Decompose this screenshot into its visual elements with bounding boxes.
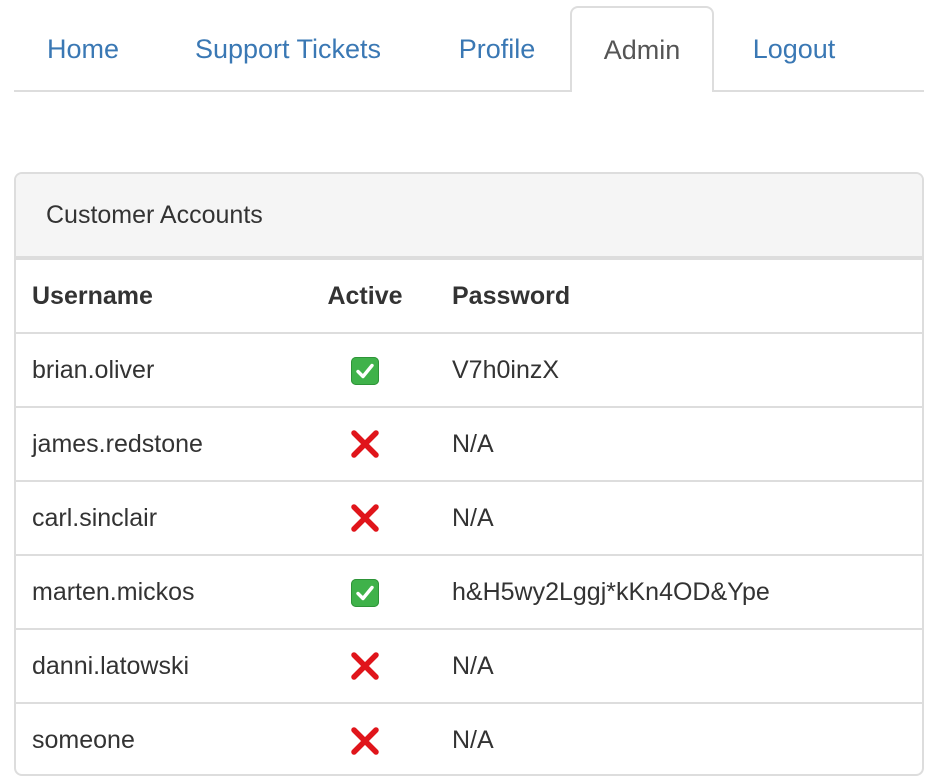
- active-cell: [306, 554, 424, 629]
- table-row: carl.sinclair N/A: [16, 480, 922, 555]
- table-row: someone N/A: [16, 702, 922, 774]
- tab-home[interactable]: Home: [14, 6, 152, 90]
- active-cell: [306, 480, 424, 555]
- column-header-username: Username: [16, 258, 306, 333]
- panel-title: Customer Accounts: [16, 174, 922, 258]
- username-cell: someone: [16, 702, 306, 774]
- cross-mark-icon: [351, 652, 379, 680]
- password-cell: h&H5wy2Lggj*kKn4OD&Ype: [424, 554, 922, 629]
- table-header-row: Username Active Password: [16, 258, 922, 333]
- password-cell: V7h0inzX: [424, 332, 922, 407]
- table-row: james.redstone N/A: [16, 406, 922, 481]
- password-cell: N/A: [424, 480, 922, 555]
- tab-logout[interactable]: Logout: [714, 6, 874, 90]
- active-cell: [306, 332, 424, 407]
- tab-profile[interactable]: Profile: [424, 6, 570, 90]
- table-row: marten.mickos h&H5wy2Lggj*kKn4OD&Ype: [16, 554, 922, 629]
- cross-mark-icon: [351, 726, 379, 755]
- username-cell: james.redstone: [16, 406, 306, 481]
- password-cell: N/A: [424, 702, 922, 774]
- password-cell: N/A: [424, 406, 922, 481]
- username-cell: brian.oliver: [16, 332, 306, 407]
- tab-support-tickets[interactable]: Support Tickets: [152, 6, 424, 90]
- column-header-password: Password: [424, 258, 922, 333]
- accounts-table: Username Active Password brian.oliver V7h…: [16, 258, 922, 774]
- username-cell: marten.mickos: [16, 554, 306, 629]
- customer-accounts-panel: Customer Accounts Username Active Passwo…: [14, 172, 924, 776]
- active-cell: [306, 628, 424, 703]
- active-cell: [306, 702, 424, 774]
- table-row: danni.latowski N/A: [16, 628, 922, 703]
- nav-tabs: Home Support Tickets Profile Admin Logou…: [14, 6, 924, 92]
- table-row: brian.oliver V7h0inzX: [16, 332, 922, 407]
- active-cell: [306, 406, 424, 481]
- column-header-active: Active: [306, 258, 424, 333]
- check-mark-icon: [351, 578, 379, 607]
- username-cell: carl.sinclair: [16, 480, 306, 555]
- username-cell: danni.latowski: [16, 628, 306, 703]
- password-cell: N/A: [424, 628, 922, 703]
- cross-mark-icon: [351, 504, 379, 532]
- cross-mark-icon: [351, 430, 379, 458]
- check-mark-icon: [351, 356, 379, 385]
- tab-admin[interactable]: Admin: [570, 6, 714, 92]
- page: Home Support Tickets Profile Admin Logou…: [0, 0, 936, 784]
